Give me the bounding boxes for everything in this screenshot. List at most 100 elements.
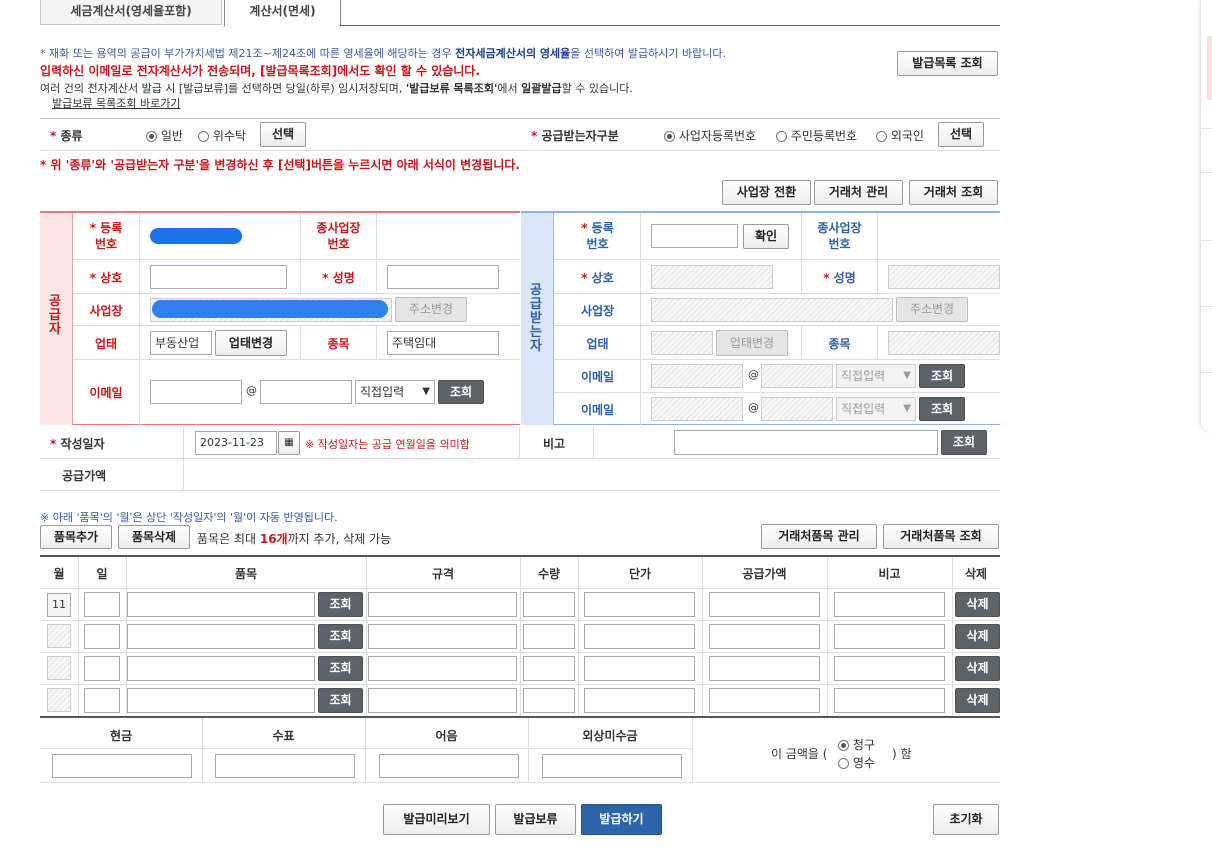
row-delete-button[interactable]: 삭제 (955, 688, 1000, 713)
pay-check-input[interactable] (215, 754, 355, 778)
radio-claim[interactable]: 청구 (838, 736, 875, 753)
receiver-email2-id-input[interactable] (651, 397, 743, 421)
row-memo-input[interactable] (834, 592, 945, 617)
recv-radio-bizno[interactable]: 사업자등록번호 (664, 127, 756, 144)
partner-item-lookup-button[interactable]: 거래처품목 조회 (883, 524, 999, 549)
row-delete-button[interactable]: 삭제 (955, 624, 1000, 649)
partner-item-manage-button[interactable]: 거래처품목 관리 (761, 524, 877, 549)
supply-input[interactable] (709, 688, 820, 713)
receiver-biz-input[interactable] (651, 331, 713, 355)
supplier-email-id-input[interactable] (150, 380, 242, 404)
receiver-biz-change-button[interactable]: 업태변경 (716, 330, 788, 356)
row-delete-button[interactable]: 삭제 (955, 656, 1000, 681)
pay-credit-input[interactable] (542, 754, 682, 778)
receiver-addr-change-button[interactable]: 주소변경 (896, 297, 968, 322)
supplier-email-lookup-button[interactable]: 조회 (438, 380, 484, 404)
day-input[interactable] (84, 688, 120, 713)
supplier-ceo-input[interactable] (387, 265, 499, 289)
kind-select-button[interactable]: 선택 (260, 122, 306, 147)
day-input[interactable] (84, 656, 120, 681)
supply-input[interactable] (709, 592, 820, 617)
spec-input[interactable] (368, 624, 517, 649)
kind-radio-consign[interactable]: 위수탁 (198, 127, 246, 144)
item-lookup-button[interactable]: 조회 (318, 688, 363, 713)
row-memo-input[interactable] (834, 656, 945, 681)
qty-input[interactable] (523, 592, 575, 617)
supplier-email-select[interactable]: 직접입력 ▼ (355, 380, 435, 404)
item-lookup-button[interactable]: 조회 (318, 592, 363, 617)
row-memo-input[interactable] (834, 624, 945, 649)
price-input[interactable] (584, 656, 695, 681)
memo-input[interactable] (674, 430, 938, 455)
receiver-name-input[interactable] (651, 265, 773, 289)
receiver-email2-domain-input[interactable] (761, 397, 833, 421)
tab-tax-invoice[interactable]: 세금계산서(영세율포함) (40, 0, 222, 25)
spec-input[interactable] (368, 656, 517, 681)
partner-lookup-button[interactable]: 거래처 조회 (909, 180, 998, 205)
issue-button[interactable]: 발급하기 (581, 804, 662, 835)
reset-button[interactable]: 초기화 (933, 804, 999, 835)
spec-input[interactable] (368, 592, 517, 617)
qty-input[interactable] (523, 656, 575, 681)
receiver-confirm-button[interactable]: 확인 (743, 224, 789, 249)
item-input[interactable] (127, 688, 315, 713)
receiver-addr-label: 사업장 (580, 304, 615, 318)
add-item-button[interactable]: 품목추가 (40, 525, 112, 549)
supplier-ceo-label: * 성명 (322, 271, 355, 285)
receiver-email1-id-input[interactable] (651, 364, 743, 388)
receiver-addr-input[interactable] (651, 298, 893, 322)
calendar-icon[interactable]: ▦ (278, 431, 300, 455)
receiver-email1-select[interactable]: 직접입력 ▼ (836, 364, 916, 388)
kind-label: * 종류 (50, 129, 83, 143)
receiver-ceo-input[interactable] (888, 265, 1000, 289)
supplier-biz-input[interactable]: 부동산업 (150, 331, 212, 355)
receiver-email1-lookup-button[interactable]: 조회 (919, 364, 965, 388)
pay-cash-input[interactable] (52, 754, 192, 778)
preview-button[interactable]: 발급미리보기 (383, 804, 490, 835)
row-memo-input[interactable] (834, 688, 945, 713)
qty-input[interactable] (523, 688, 575, 713)
supplier-email-domain-input[interactable] (260, 380, 352, 404)
receiver-item-input[interactable] (888, 331, 1000, 355)
receiver-email2-select[interactable]: 직접입력 ▼ (836, 397, 916, 421)
qty-input[interactable] (523, 624, 575, 649)
row-delete-button[interactable]: 삭제 (955, 592, 1000, 617)
spec-input[interactable] (368, 688, 517, 713)
tab-invoice-exempt[interactable]: 계산서(면세) (224, 0, 341, 27)
issue-list-button[interactable]: 발급목록 조회 (897, 51, 998, 76)
day-input[interactable] (84, 592, 120, 617)
supplier-addr-change-button[interactable]: 주소변경 (395, 297, 467, 322)
memo-lookup-button[interactable]: 조회 (941, 430, 987, 455)
recv-radio-foreigner[interactable]: 외국인 (876, 127, 924, 144)
delete-item-button[interactable]: 품목삭제 (118, 525, 190, 549)
hold-list-link[interactable]: 발급보류 목록조회 바로가기 (52, 95, 180, 111)
pay-note-input[interactable] (379, 754, 519, 778)
divider (139, 213, 140, 425)
item-input[interactable] (127, 656, 315, 681)
radio-receipt[interactable]: 영수 (838, 754, 875, 771)
supply-input[interactable] (709, 624, 820, 649)
switch-site-button[interactable]: 사업장 전환 (722, 180, 811, 205)
item-lookup-button[interactable]: 조회 (318, 624, 363, 649)
receiver-side-label: 공급받는자 (530, 283, 542, 354)
price-input[interactable] (584, 624, 695, 649)
supplier-name-input[interactable] (150, 265, 287, 289)
partner-manage-button[interactable]: 거래처 관리 (814, 180, 903, 205)
kind-radio-general[interactable]: 일반 (146, 127, 183, 144)
item-lookup-button[interactable]: 조회 (318, 656, 363, 681)
supply-input[interactable] (709, 656, 820, 681)
date-input[interactable]: 2023-11-23 (195, 431, 277, 455)
receiver-reg-input[interactable] (651, 224, 738, 248)
day-input[interactable] (84, 624, 120, 649)
item-input[interactable] (127, 592, 315, 617)
supplier-item-input[interactable]: 주택임대 (387, 331, 499, 355)
receiver-email1-domain-input[interactable] (761, 364, 833, 388)
item-input[interactable] (127, 624, 315, 649)
price-input[interactable] (584, 688, 695, 713)
recv-select-button[interactable]: 선택 (938, 122, 984, 147)
price-input[interactable] (584, 592, 695, 617)
supplier-biz-change-button[interactable]: 업태변경 (215, 330, 287, 356)
recv-radio-resident[interactable]: 주민등록번호 (776, 127, 857, 144)
hold-button[interactable]: 발급보류 (495, 804, 576, 835)
receiver-email2-lookup-button[interactable]: 조회 (919, 397, 965, 421)
